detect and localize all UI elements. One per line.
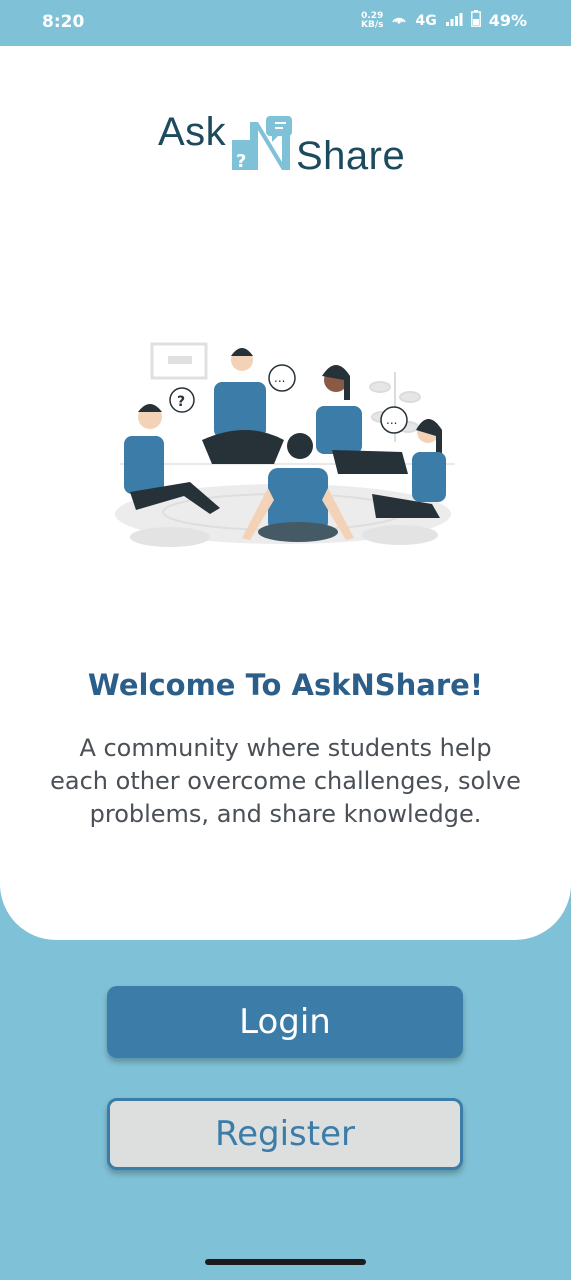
welcome-description-line: A community where students help	[79, 734, 492, 762]
logo-text-ask: Ask	[158, 110, 227, 154]
svg-text:...: ...	[386, 413, 397, 427]
network-type: 4G	[415, 12, 437, 29]
svg-text:...: ...	[274, 371, 285, 385]
welcome-description-line: each other overcome challenges, solve	[50, 767, 521, 795]
network-speed-unit: KB/s	[360, 19, 384, 30]
battery-percentage: 49%	[488, 11, 527, 30]
hotspot-icon	[391, 12, 407, 30]
svg-text:?: ?	[177, 394, 185, 410]
register-button[interactable]: Register	[107, 1098, 463, 1170]
welcome-description: A community where students help each oth…	[20, 732, 551, 831]
welcome-description-line: problems, and share knowledge.	[89, 800, 482, 828]
home-indicator[interactable]	[205, 1259, 366, 1265]
battery-icon	[470, 10, 481, 31]
login-button[interactable]: Login	[107, 986, 463, 1058]
students-discussion-illustration: ? ... ...	[115, 342, 455, 547]
signal-icon	[445, 12, 463, 30]
logo-text-share: Share	[296, 134, 406, 178]
logo-n-mark: ?	[232, 116, 292, 172]
status-bar: 8:20 0.29 KB/s 4G 49%	[0, 0, 571, 46]
status-time: 8:20	[42, 12, 85, 32]
app-logo: Ask ? Share	[158, 108, 414, 178]
student-center	[202, 348, 284, 464]
student-left	[124, 404, 220, 514]
welcome-title: Welcome To AskNShare!	[87, 668, 484, 702]
network-speed: 0.29 KB/s	[360, 11, 384, 30]
status-icons: 0.29 KB/s 4G 49%	[361, 10, 527, 31]
svg-text:?: ?	[236, 151, 246, 172]
